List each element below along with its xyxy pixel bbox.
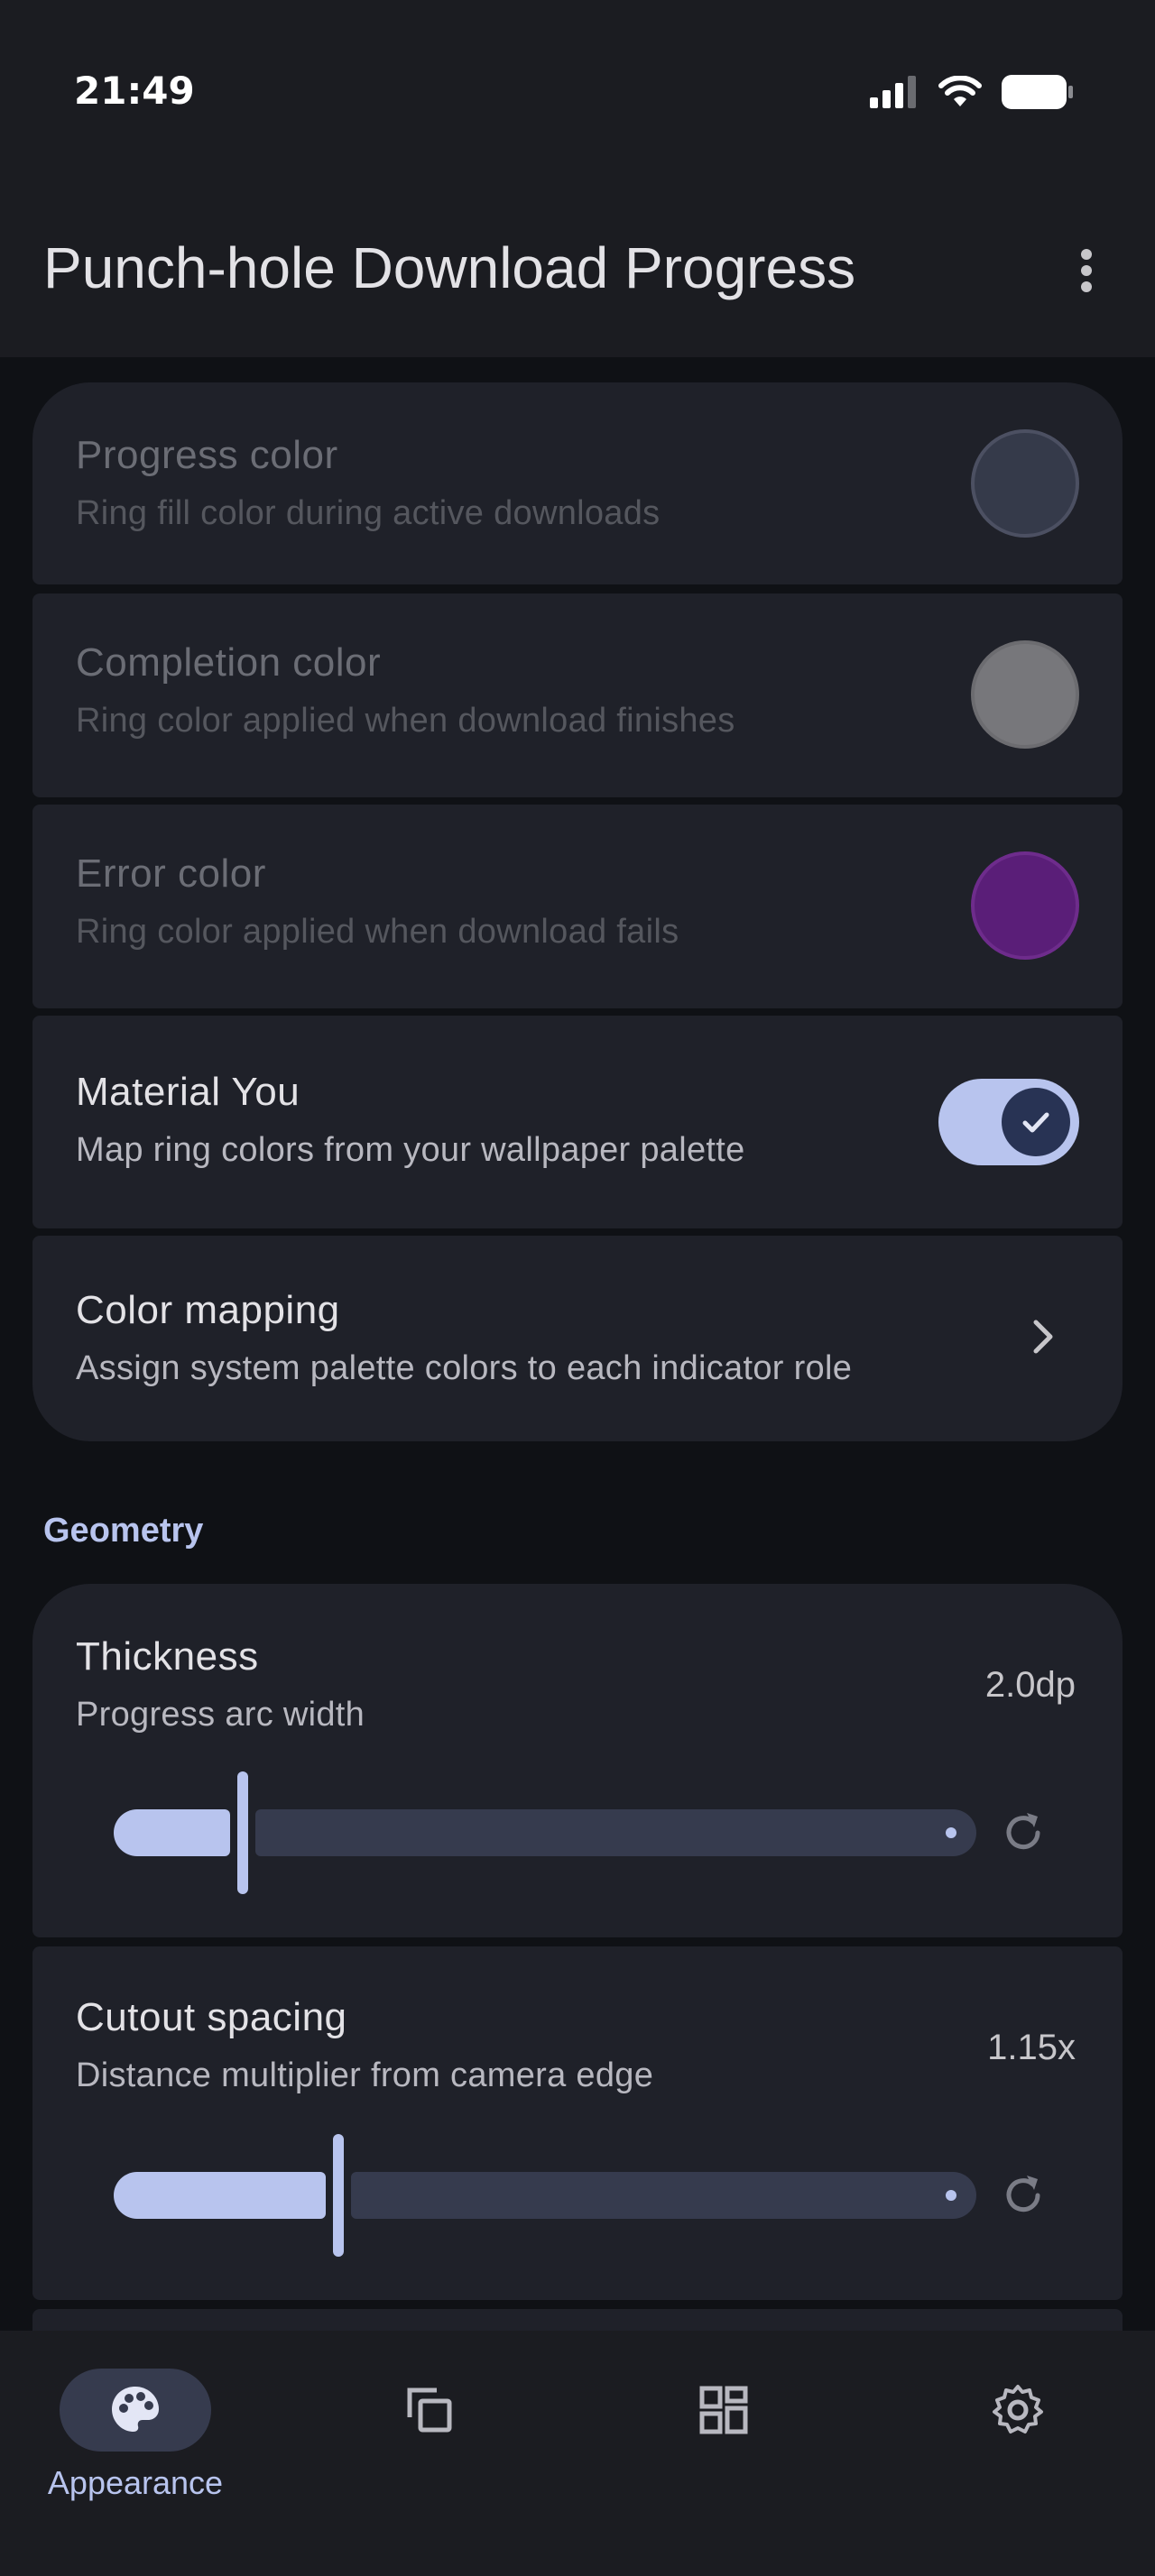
progress-color-setting[interactable]: Progress color Ring fill color during ac… xyxy=(32,382,1123,584)
slider-stop-indicator xyxy=(946,1827,956,1838)
error-color-subtitle: Ring color applied when download fails xyxy=(76,913,679,951)
reset-icon[interactable] xyxy=(996,2168,1050,2222)
toggle-thumb xyxy=(1002,1088,1070,1156)
progress-color-title: Progress color xyxy=(76,433,338,477)
chevron-right-icon xyxy=(1033,1320,1053,1354)
reset-icon[interactable] xyxy=(996,1806,1050,1860)
error-color-title: Error color xyxy=(76,851,266,896)
slider-active-track xyxy=(114,2172,326,2219)
slider-stop-indicator xyxy=(946,2190,956,2201)
thickness-title: Thickness xyxy=(76,1634,259,1679)
cutout-spacing-title: Cutout spacing xyxy=(76,1995,347,2039)
material-you-title: Material You xyxy=(76,1070,300,1114)
slider-active-track xyxy=(114,1809,231,1856)
error-color-swatch[interactable] xyxy=(971,851,1079,960)
gear-icon xyxy=(993,2385,1043,2433)
status-bar: 21:49 xyxy=(0,0,1155,180)
thickness-value: 2.0dp xyxy=(984,1665,1076,1705)
thickness-slider[interactable] xyxy=(81,1771,984,1894)
nav-item-appearance[interactable]: Appearance xyxy=(18,2369,253,2522)
copy-icon xyxy=(407,2387,452,2433)
nav-active-indicator xyxy=(60,2369,211,2452)
status-icons xyxy=(870,72,1074,112)
progress-color-subtitle: Ring fill color during active downloads xyxy=(76,494,661,532)
section-header-geometry: Geometry xyxy=(43,1512,204,1550)
completion-color-swatch[interactable] xyxy=(971,640,1079,749)
signal-icon xyxy=(870,76,916,108)
slider-handle[interactable] xyxy=(332,2134,344,2257)
material-you-subtitle: Map ring colors from your wallpaper pale… xyxy=(76,1131,745,1169)
check-icon xyxy=(1022,1112,1049,1133)
color-mapping-title: Color mapping xyxy=(76,1288,340,1332)
completion-color-title: Completion color xyxy=(76,640,382,685)
nav-label-appearance: Appearance xyxy=(47,2464,224,2501)
slider-inactive-track xyxy=(255,1809,976,1856)
completion-color-subtitle: Ring color applied when download finishe… xyxy=(76,702,735,740)
more-vert-icon xyxy=(1081,249,1092,260)
palette-icon xyxy=(112,2387,159,2432)
color-mapping-subtitle: Assign system palette colors to each ind… xyxy=(76,1349,853,1387)
status-time: 21:49 xyxy=(74,69,195,113)
bottom-navigation: Appearance xyxy=(0,2331,1155,2576)
progress-color-swatch[interactable] xyxy=(971,429,1079,538)
nav-item-settings[interactable] xyxy=(901,2369,1135,2522)
wifi-icon xyxy=(938,76,982,106)
slider-handle[interactable] xyxy=(237,1771,249,1894)
overflow-menu-button[interactable] xyxy=(1061,245,1112,296)
color-mapping-setting[interactable]: Color mapping Assign system palette colo… xyxy=(32,1236,1123,1441)
page-title: Punch-hole Download Progress xyxy=(43,235,856,300)
error-color-setting[interactable]: Error color Ring color applied when down… xyxy=(32,805,1123,1008)
thickness-setting: Thickness Progress arc width 2.0dp xyxy=(32,1584,1123,1937)
completion-color-setting[interactable]: Completion color Ring color applied when… xyxy=(32,593,1123,797)
material-you-setting[interactable]: Material You Map ring colors from your w… xyxy=(32,1016,1123,1228)
app-bar: Punch-hole Download Progress xyxy=(0,180,1155,357)
battery-icon xyxy=(1002,75,1073,109)
cutout-spacing-setting: Cutout spacing Distance multiplier from … xyxy=(32,1946,1123,2300)
cutout-spacing-slider[interactable] xyxy=(81,2134,984,2257)
dashboard-icon xyxy=(699,2386,748,2434)
cutout-spacing-value: 1.15x xyxy=(987,2028,1076,2067)
nav-item-layers[interactable] xyxy=(312,2369,547,2522)
slider-inactive-track xyxy=(350,2172,976,2219)
cutout-spacing-subtitle: Distance multiplier from camera edge xyxy=(76,2056,654,2094)
material-you-toggle[interactable] xyxy=(938,1079,1079,1165)
thickness-subtitle: Progress arc width xyxy=(76,1696,365,1734)
nav-item-dashboard[interactable] xyxy=(606,2369,841,2522)
